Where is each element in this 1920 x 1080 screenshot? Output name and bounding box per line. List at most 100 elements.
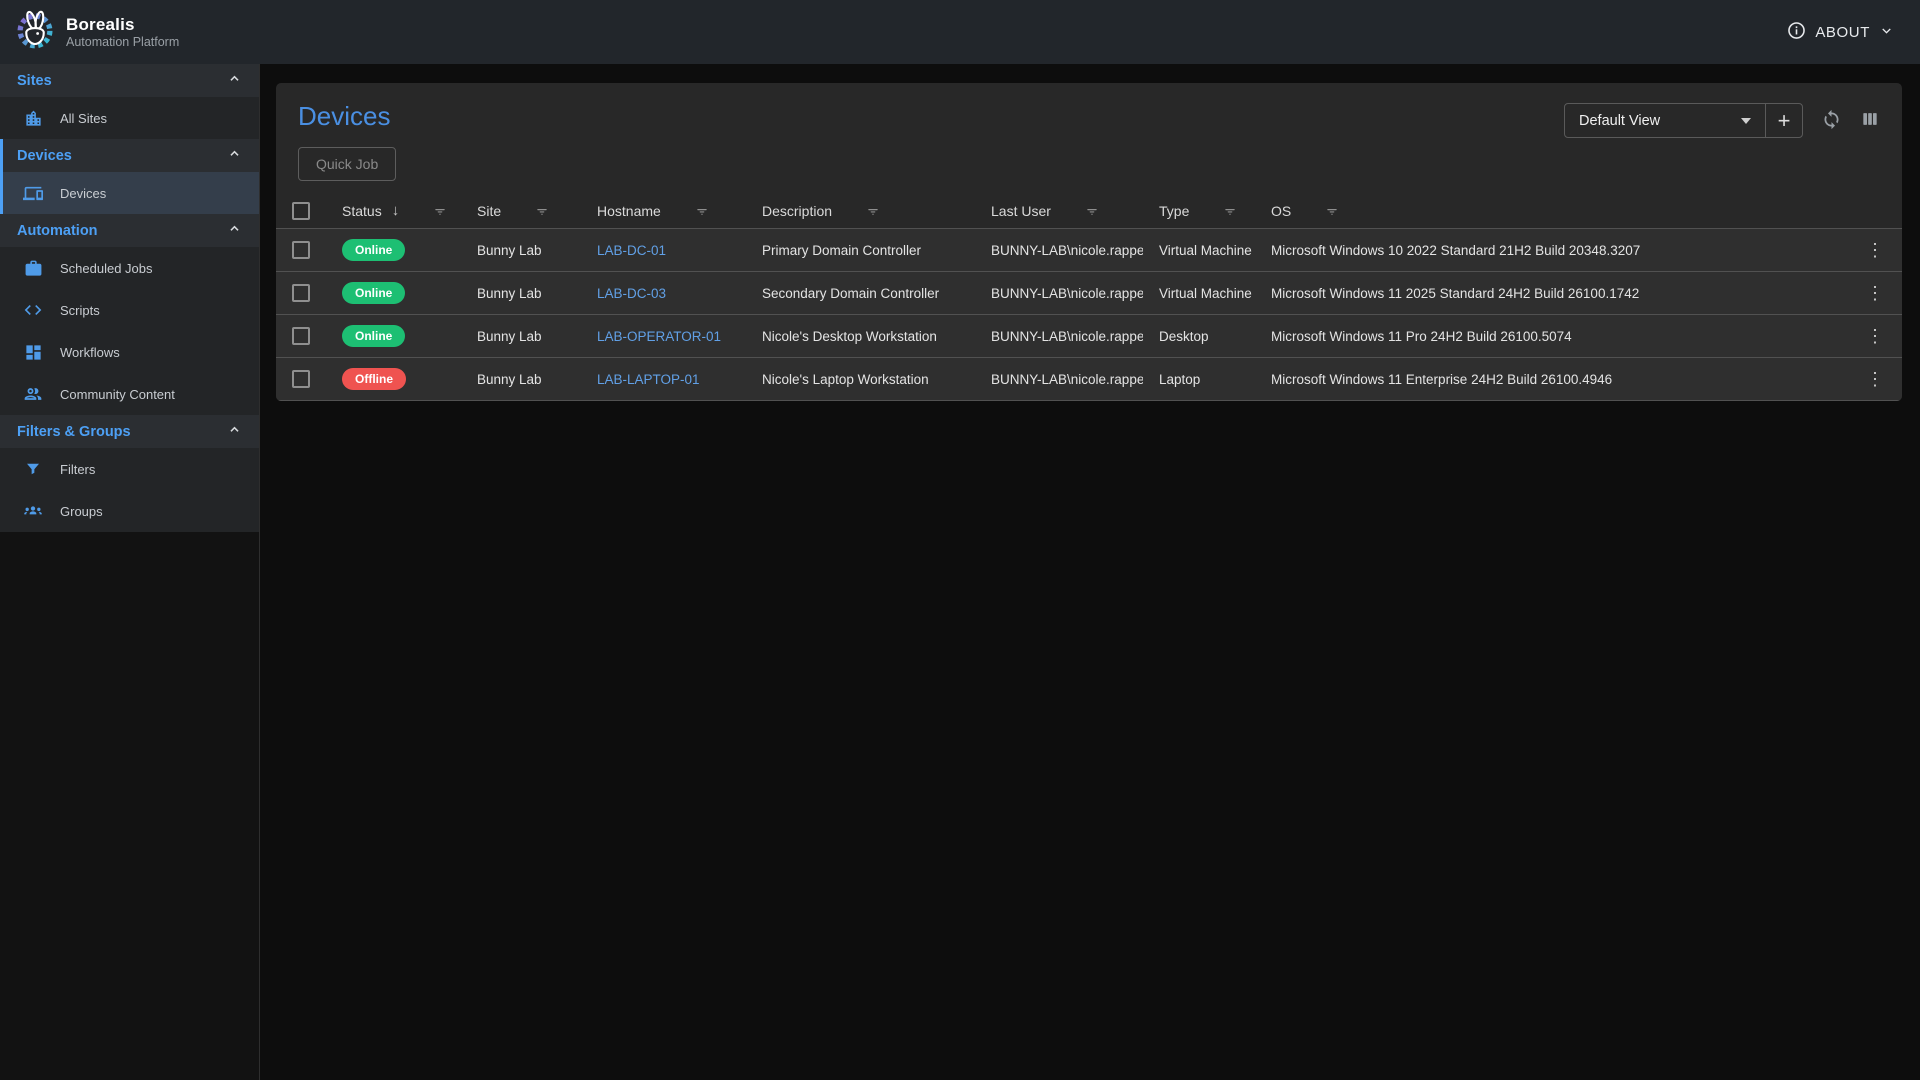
description-cell: Primary Domain Controller <box>746 243 975 258</box>
last-user-cell: BUNNY-LAB\nicole.rappe <box>975 372 1143 387</box>
refresh-button[interactable] <box>1821 109 1842 133</box>
hostname-link[interactable]: LAB-DC-03 <box>597 286 666 301</box>
hostname-link[interactable]: LAB-OPERATOR-01 <box>597 329 721 344</box>
table-row[interactable]: Online Bunny Lab LAB-DC-03 Secondary Dom… <box>276 272 1902 315</box>
app-subtitle: Automation Platform <box>66 35 179 49</box>
status-badge: Online <box>342 325 405 347</box>
filter-icon[interactable] <box>1084 203 1100 219</box>
type-cell: Laptop <box>1143 372 1255 387</box>
section-label: Filters & Groups <box>17 424 131 440</box>
column-header-hostname[interactable]: Hostname <box>581 203 746 219</box>
row-checkbox[interactable] <box>292 327 310 345</box>
sort-desc-icon <box>392 202 400 219</box>
page-title: Devices <box>298 101 390 131</box>
table-row[interactable]: Online Bunny Lab LAB-DC-01 Primary Domai… <box>276 229 1902 272</box>
hostname-link[interactable]: LAB-DC-01 <box>597 243 666 258</box>
site-cell: Bunny Lab <box>461 329 581 344</box>
chevron-up-icon <box>226 145 243 167</box>
about-label: ABOUT <box>1815 24 1870 41</box>
view-select[interactable]: Default View <box>1565 104 1765 137</box>
sidebar-item-devices[interactable]: Devices <box>3 172 259 214</box>
sidebar-item-label: All Sites <box>60 111 107 126</box>
table-body: Online Bunny Lab LAB-DC-01 Primary Domai… <box>276 229 1902 401</box>
table-row[interactable]: Offline Bunny Lab LAB-LAPTOP-01 Nicole's… <box>276 358 1902 401</box>
type-cell: Virtual Machine <box>1143 286 1255 301</box>
status-badge: Online <box>342 239 405 261</box>
kebab-menu-icon[interactable] <box>1860 282 1890 304</box>
borealis-logo-icon <box>14 9 56 56</box>
building-icon <box>23 108 43 128</box>
site-cell: Bunny Lab <box>461 372 581 387</box>
sidebar-item-label: Community Content <box>60 387 175 402</box>
os-cell: Microsoft Windows 10 2022 Standard 21H2 … <box>1255 243 1848 258</box>
kebab-menu-icon[interactable] <box>1860 325 1890 347</box>
sidebar-item-scheduled-jobs[interactable]: Scheduled Jobs <box>0 247 259 289</box>
kebab-menu-icon[interactable] <box>1860 239 1890 261</box>
column-header-last-user[interactable]: Last User <box>975 203 1143 219</box>
description-cell: Nicole's Laptop Workstation <box>746 372 975 387</box>
quick-job-button[interactable]: Quick Job <box>298 147 396 181</box>
sidebar-item-label: Groups <box>60 504 103 519</box>
sidebar-item-all-sites[interactable]: All Sites <box>0 97 259 139</box>
status-badge: Online <box>342 282 405 304</box>
columns-button[interactable] <box>1860 109 1880 132</box>
top-bar: Borealis Automation Platform ABOUT <box>0 0 1920 64</box>
chevron-up-icon <box>226 421 243 443</box>
table-row[interactable]: Online Bunny Lab LAB-OPERATOR-01 Nicole'… <box>276 315 1902 358</box>
section-label: Sites <box>17 73 52 89</box>
sidebar-item-scripts[interactable]: Scripts <box>0 289 259 331</box>
filter-icon[interactable] <box>865 203 881 219</box>
row-checkbox[interactable] <box>292 370 310 388</box>
sidebar-section-header-sites[interactable]: Sites <box>0 64 259 97</box>
devices-icon <box>23 183 43 203</box>
kebab-menu-icon[interactable] <box>1860 368 1890 390</box>
column-header-status[interactable]: Status <box>326 202 461 219</box>
column-header-site[interactable]: Site <box>461 203 581 219</box>
site-cell: Bunny Lab <box>461 286 581 301</box>
sidebar-section-header-devices[interactable]: Devices <box>3 139 259 172</box>
section-label: Devices <box>17 148 72 164</box>
os-cell: Microsoft Windows 11 Enterprise 24H2 Bui… <box>1255 372 1848 387</box>
filter-icon[interactable] <box>1324 203 1340 219</box>
hostname-link[interactable]: LAB-LAPTOP-01 <box>597 372 700 387</box>
chevron-up-icon <box>226 220 243 242</box>
row-checkbox[interactable] <box>292 241 310 259</box>
last-user-cell: BUNNY-LAB\nicole.rappe <box>975 329 1143 344</box>
type-cell: Virtual Machine <box>1143 243 1255 258</box>
filter-icon[interactable] <box>1222 203 1238 219</box>
column-header-description[interactable]: Description <box>746 203 975 219</box>
brand: Borealis Automation Platform <box>14 9 179 56</box>
type-cell: Desktop <box>1143 329 1255 344</box>
sidebar-item-groups[interactable]: Groups <box>0 490 259 532</box>
code-icon <box>23 300 43 320</box>
people-icon <box>23 384 43 404</box>
chevron-up-icon <box>226 70 243 92</box>
table-toolbar: Default View <box>1564 103 1880 138</box>
sidebar-item-label: Scheduled Jobs <box>60 261 153 276</box>
row-checkbox[interactable] <box>292 284 310 302</box>
column-header-type[interactable]: Type <box>1143 203 1255 219</box>
view-select-value: Default View <box>1579 113 1660 129</box>
funnel-icon <box>23 459 43 479</box>
about-menu[interactable]: ABOUT <box>1787 21 1894 44</box>
sidebar-item-workflows[interactable]: Workflows <box>0 331 259 373</box>
add-view-button[interactable] <box>1766 104 1802 137</box>
description-cell: Nicole's Desktop Workstation <box>746 329 975 344</box>
filter-icon[interactable] <box>694 203 710 219</box>
sidebar-section-header-automation[interactable]: Automation <box>0 214 259 247</box>
groups-icon <box>23 501 43 521</box>
filter-icon[interactable] <box>432 203 448 219</box>
main-content: Devices Default View <box>260 64 1920 1080</box>
sidebar-section: Devices Devices <box>0 139 259 214</box>
filter-icon[interactable] <box>534 203 550 219</box>
devices-table: Status Site Hostname Description <box>276 193 1902 401</box>
info-icon <box>1787 21 1806 44</box>
column-header-os[interactable]: OS <box>1255 203 1848 219</box>
select-all-checkbox[interactable] <box>292 202 310 220</box>
sidebar-item-filters[interactable]: Filters <box>0 448 259 490</box>
sidebar-section-header-filters-groups[interactable]: Filters & Groups <box>0 415 259 448</box>
site-cell: Bunny Lab <box>461 243 581 258</box>
chevron-down-icon <box>1879 23 1894 42</box>
sidebar-item-community-content[interactable]: Community Content <box>0 373 259 415</box>
sidebar-item-label: Scripts <box>60 303 100 318</box>
